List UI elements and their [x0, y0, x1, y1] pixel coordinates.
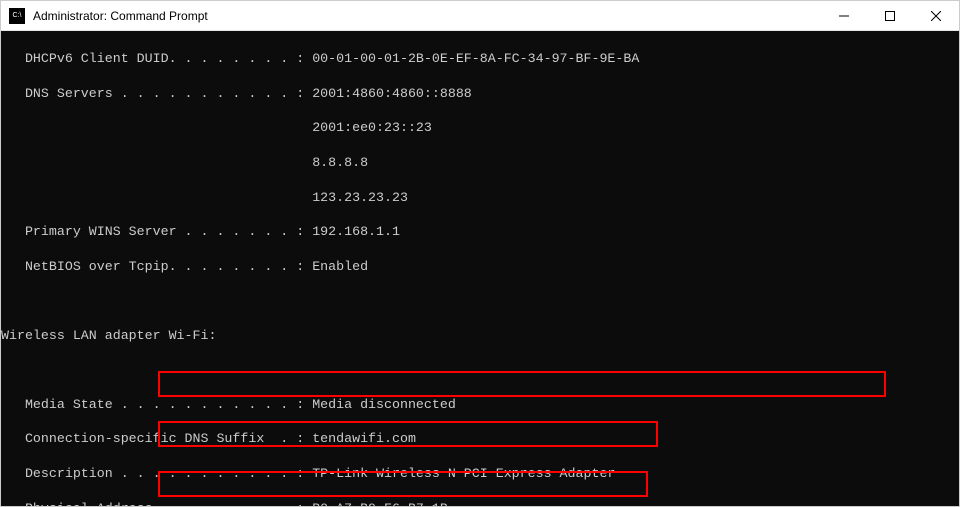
output-line: 8.8.8.8	[1, 154, 959, 171]
output-line: 2001:ee0:23::23	[1, 119, 959, 136]
output-line: Primary WINS Server . . . . . . . : 192.…	[1, 223, 959, 240]
window-controls	[821, 1, 959, 30]
annotation-box	[158, 471, 648, 497]
output-line: Physical Address. . . . . . . . . : B0-A…	[1, 500, 959, 506]
minimize-icon	[839, 11, 849, 21]
minimize-button[interactable]	[821, 1, 867, 31]
output-line: DHCPv6 Client DUID. . . . . . . . : 00-0…	[1, 50, 959, 67]
annotation-box	[158, 421, 658, 447]
app-icon	[9, 8, 25, 24]
output-line: Wireless LAN adapter Wi-Fi:	[1, 327, 959, 344]
maximize-icon	[885, 11, 895, 21]
annotation-box	[158, 371, 886, 397]
close-button[interactable]	[913, 1, 959, 31]
output-line: Media State . . . . . . . . . . . : Medi…	[1, 396, 959, 413]
output-line: NetBIOS over Tcpip. . . . . . . . : Enab…	[1, 258, 959, 275]
maximize-button[interactable]	[867, 1, 913, 31]
terminal-content[interactable]: DHCPv6 Client DUID. . . . . . . . : 00-0…	[1, 31, 959, 506]
command-prompt-window: Administrator: Command Prompt DHCPv6 Cli…	[0, 0, 960, 507]
output-line: DNS Servers . . . . . . . . . . . : 2001…	[1, 85, 959, 102]
titlebar[interactable]: Administrator: Command Prompt	[1, 1, 959, 31]
blank-line	[1, 292, 959, 309]
close-icon	[931, 11, 941, 21]
window-title: Administrator: Command Prompt	[33, 9, 821, 23]
output-line: 123.23.23.23	[1, 189, 959, 206]
